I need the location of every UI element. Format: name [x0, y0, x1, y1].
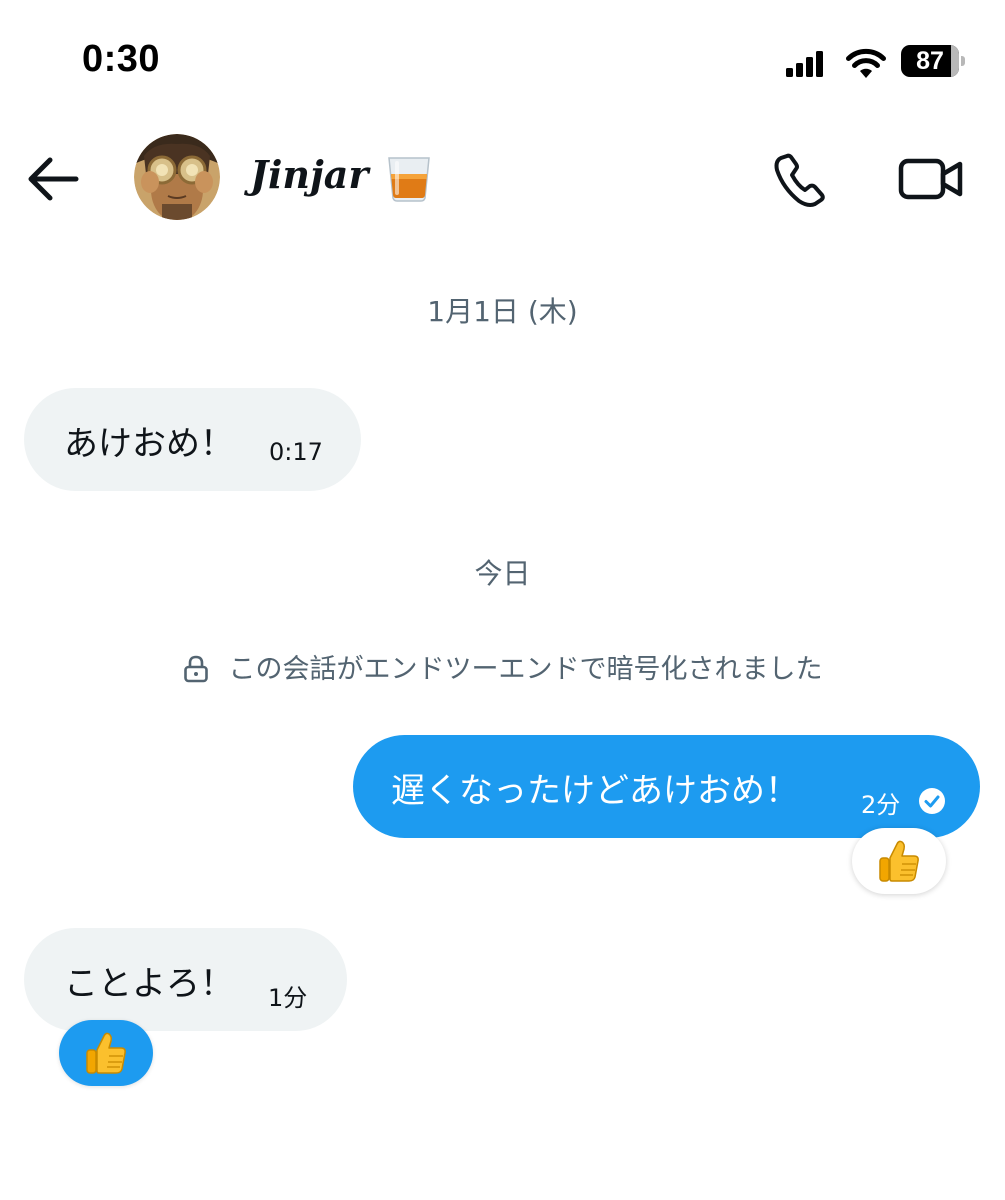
message-time: 2分 [861, 791, 901, 819]
date-divider: 今日 [474, 557, 531, 590]
battery-level: 87 [916, 47, 944, 75]
lock-icon [183, 655, 208, 683]
conversation-header: Jinjar [0, 120, 1005, 240]
message-text: あけおめ！ [64, 424, 234, 464]
date-divider: 1月1日 (木) [427, 295, 578, 328]
phone-icon[interactable] [770, 150, 832, 210]
status-time: 0:30 [82, 38, 161, 80]
message-text: 遅くなったけどあけおめ！ [391, 771, 799, 811]
message-reaction[interactable] [59, 1020, 153, 1086]
battery-cap [961, 56, 965, 66]
video-camera-icon[interactable] [898, 154, 964, 204]
message-text: ことよろ！ [64, 964, 234, 1004]
message-reaction[interactable] [852, 828, 946, 894]
wifi-icon [846, 48, 886, 78]
avatar[interactable] [134, 134, 220, 220]
battery-indicator: 87 [901, 45, 965, 77]
tumbler-glass-icon [388, 157, 430, 202]
encryption-notice-text: この会話がエンドツーエンドで暗号化されました [228, 654, 823, 685]
status-bar: 0:30 87 [0, 0, 1005, 110]
message-time: 0:17 [269, 438, 323, 466]
chat-area[interactable]: 1月1日 (木) あけおめ！ 0:17 今日 この会話がエンドツーエンドで暗号化… [0, 240, 1005, 1200]
contact-name[interactable]: Jinjar [250, 152, 368, 197]
outgoing-message[interactable]: 遅くなったけどあけおめ！ 2分 [353, 735, 980, 838]
message-time: 1分 [268, 984, 308, 1012]
incoming-message[interactable]: ことよろ！ 1分 [24, 928, 347, 1031]
arrow-left-icon[interactable] [26, 154, 80, 204]
thumbs-up-icon [879, 840, 919, 882]
battery-body: 87 [901, 45, 959, 77]
encryption-notice[interactable]: この会話がエンドツーエンドで暗号化されました [0, 647, 1005, 686]
incoming-message[interactable]: あけおめ！ 0:17 [24, 388, 361, 491]
thumbs-up-icon [86, 1032, 126, 1074]
read-check-icon [919, 788, 945, 814]
signal-icon [786, 51, 823, 77]
